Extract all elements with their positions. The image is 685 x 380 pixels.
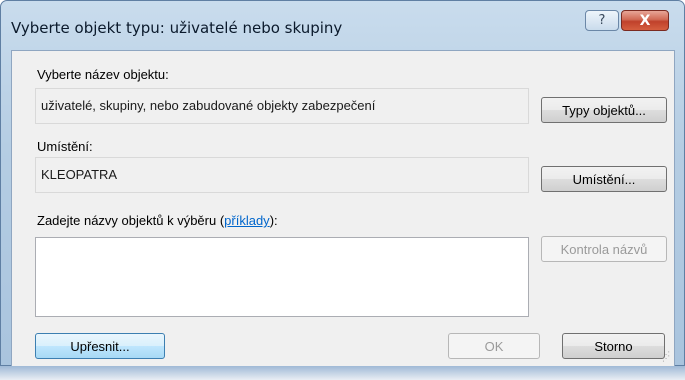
dialog-client-area: Vyberte název objektu: uživatelé, skupin… [11,50,675,367]
names-label: Zadejte názvy objektů k výběru (příklady… [37,213,278,228]
help-button[interactable]: ? [585,10,619,31]
object-types-button[interactable]: Typy objektů... [541,97,667,123]
check-names-button[interactable]: Kontrola názvů [541,236,667,262]
close-button[interactable]: X [621,10,669,31]
resize-grip-icon[interactable]: ⋰ ⋰ [662,351,672,363]
location-field: KLEOPATRA [35,157,529,193]
background-strip [0,366,685,380]
close-icon: X [639,12,651,29]
help-icon: ? [598,13,606,28]
window-title: Vyberte objekt typu: uživatelé nebo skup… [11,19,343,37]
advanced-button[interactable]: Upřesnit... [35,333,165,359]
object-type-label: Vyberte název objektu: [37,67,169,82]
examples-link[interactable]: příklady [224,213,270,228]
ok-button[interactable]: OK [448,333,540,359]
names-label-suffix: ): [269,213,278,228]
object-type-field: uživatelé, skupiny, nebo zabudované obje… [35,88,529,124]
dialog-window: Vyberte objekt typu: uživatelé nebo skup… [0,0,685,367]
cancel-button[interactable]: Storno [562,333,665,359]
names-label-prefix: Zadejte názvy objektů k výběru ( [37,213,225,228]
location-label: Umístění: [37,139,93,154]
object-names-input[interactable] [35,237,529,317]
locations-button[interactable]: Umístění... [541,166,667,192]
